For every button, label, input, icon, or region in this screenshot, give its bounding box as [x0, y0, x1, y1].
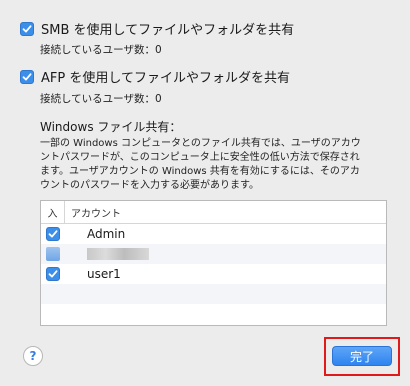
- checkmark-icon: [48, 230, 58, 238]
- afp-label: AFP を使用してファイルやフォルダを共有: [41, 71, 290, 86]
- done-button[interactable]: 完了: [332, 346, 392, 366]
- column-header-account[interactable]: アカウント: [65, 205, 121, 220]
- windows-sharing-title: Windows ファイル共有：: [40, 120, 182, 134]
- checkmark-icon: [22, 72, 32, 80]
- row-checkbox[interactable]: [46, 247, 60, 261]
- account-name: Admin: [87, 227, 126, 241]
- table-row[interactable]: Admin: [41, 224, 386, 244]
- smb-label: SMB を使用してファイルやフォルダを共有: [41, 23, 295, 38]
- checkmark-icon: [48, 270, 58, 278]
- accounts-table[interactable]: 入 アカウント Admin user1: [40, 200, 387, 326]
- smb-connected-users: 接続しているユーザ数：0: [40, 44, 162, 56]
- smb-option[interactable]: SMB を使用してファイルやフォルダを共有: [20, 19, 294, 38]
- afp-connected-users: 接続しているユーザ数：0: [40, 93, 162, 105]
- row-checkbox[interactable]: [46, 267, 60, 281]
- account-name: user1: [87, 267, 121, 281]
- windows-sharing-description: 一部の Windows コンピュータとのファイル共有では、ユーザのアカウ ントパ…: [40, 138, 361, 191]
- table-row-empty: [41, 304, 386, 324]
- table-row[interactable]: [41, 244, 386, 264]
- table-header: 入 アカウント: [41, 201, 386, 224]
- table-row[interactable]: user1: [41, 264, 386, 284]
- checkmark-icon: [22, 24, 32, 32]
- afp-checkbox[interactable]: [20, 69, 34, 84]
- redacted-block: [87, 248, 149, 260]
- row-checkbox[interactable]: [46, 227, 60, 241]
- smb-checkbox[interactable]: [20, 21, 34, 36]
- afp-option[interactable]: AFP を使用してファイルやフォルダを共有: [20, 67, 290, 86]
- account-name-redacted: [65, 248, 149, 260]
- table-row-empty: [41, 284, 386, 304]
- help-button[interactable]: ?: [23, 346, 43, 366]
- column-header-enabled[interactable]: 入: [41, 201, 65, 223]
